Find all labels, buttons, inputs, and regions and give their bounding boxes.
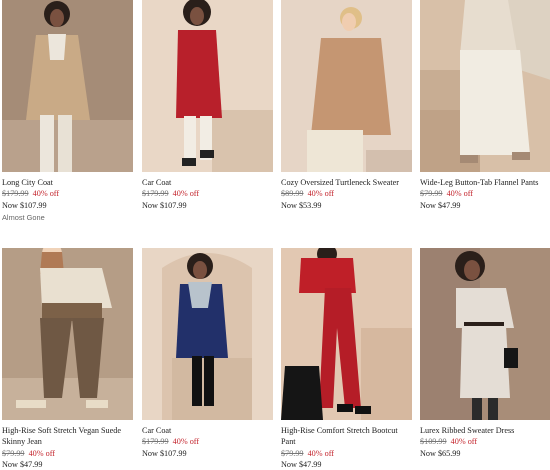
product-card[interactable]: Car Coat $179.99 40% off Now $107.99 — [142, 248, 273, 459]
original-price: $79.99 — [281, 448, 304, 458]
sale-price: Now $65.99 — [420, 448, 461, 458]
discount-badge: 40% off — [307, 448, 335, 458]
discount-badge: 40% off — [172, 437, 200, 447]
product-name[interactable]: Long City Coat — [2, 177, 133, 188]
original-price: $179.99 — [142, 189, 169, 199]
discount-badge: 40% off — [450, 437, 478, 447]
original-price: $109.99 — [420, 437, 447, 447]
discount-badge: 40% off — [446, 189, 474, 199]
product-name[interactable]: Cozy Oversized Turtleneck Sweater — [281, 177, 412, 188]
discount-badge: 40% off — [172, 189, 200, 199]
discount-badge: 40% off — [28, 448, 56, 458]
product-card[interactable]: Wide-Leg Button-Tab Flannel Pants $79.99… — [420, 0, 550, 211]
product-image[interactable] — [2, 0, 133, 172]
stock-note: Almost Gone — [2, 212, 45, 222]
sale-price: Now $47.99 — [2, 459, 43, 469]
discount-badge: 40% off — [307, 189, 335, 199]
original-price: $179.99 — [2, 189, 29, 199]
product-card[interactable]: Cozy Oversized Turtleneck Sweater $89.99… — [281, 0, 412, 211]
sale-price: Now $47.99 — [281, 459, 322, 469]
product-name[interactable]: Car Coat — [142, 177, 273, 188]
product-card[interactable]: Long City Coat $179.99 40% off Now $107.… — [2, 0, 133, 223]
product-card[interactable]: Car Coat $179.99 40% off Now $107.99 — [142, 0, 273, 211]
original-price: $89.99 — [281, 189, 304, 199]
product-image[interactable] — [281, 0, 412, 172]
product-name[interactable]: Lurex Ribbed Sweater Dress — [420, 425, 550, 436]
product-image[interactable] — [2, 248, 133, 420]
product-image[interactable] — [142, 248, 273, 420]
product-image[interactable] — [420, 0, 550, 172]
original-price: $79.99 — [2, 448, 25, 458]
product-name[interactable]: Car Coat — [142, 425, 273, 436]
sale-price: Now $53.99 — [281, 200, 322, 210]
product-image[interactable] — [420, 248, 550, 420]
product-name[interactable]: High-Rise Soft Stretch Vegan Suede Skinn… — [2, 425, 133, 448]
sale-price: Now $107.99 — [2, 200, 47, 210]
product-card[interactable]: High-Rise Comfort Stretch Bootcut Pant $… — [281, 248, 412, 470]
original-price: $179.99 — [142, 437, 169, 447]
product-card[interactable]: Lurex Ribbed Sweater Dress $109.99 40% o… — [420, 248, 550, 459]
product-name[interactable]: Wide-Leg Button-Tab Flannel Pants — [420, 177, 550, 188]
product-card[interactable]: High-Rise Soft Stretch Vegan Suede Skinn… — [2, 248, 133, 470]
product-name[interactable]: High-Rise Comfort Stretch Bootcut Pant — [281, 425, 412, 448]
sale-price: Now $47.99 — [420, 200, 461, 210]
sale-price: Now $107.99 — [142, 448, 187, 458]
discount-badge: 40% off — [32, 189, 60, 199]
sale-price: Now $107.99 — [142, 200, 187, 210]
original-price: $79.99 — [420, 189, 443, 199]
product-image[interactable] — [142, 0, 273, 172]
product-image[interactable] — [281, 248, 412, 420]
